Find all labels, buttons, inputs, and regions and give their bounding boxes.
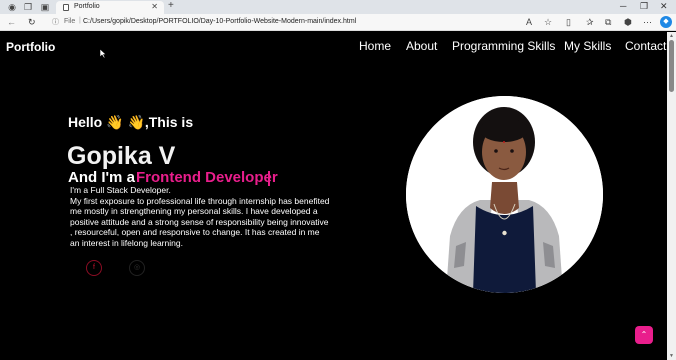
scroll-down-icon[interactable]: ▼ xyxy=(669,353,674,359)
extensions-icon[interactable]: ⬢ xyxy=(624,17,632,28)
browser-toolbar: ← ↻ ⓘ File | C:/Users/gopik/Desktop/PORT… xyxy=(0,14,676,31)
refresh-icon[interactable]: ↻ xyxy=(28,17,36,28)
portfolio-page: Portfolio Home About Programming Skills … xyxy=(0,32,667,360)
info-icon[interactable]: ⓘ xyxy=(52,17,59,27)
hero-subtitle: I'm a Full Stack Developer. xyxy=(70,185,171,195)
nav-programming-skills[interactable]: Programming Skills xyxy=(452,39,555,53)
back-icon[interactable]: ← xyxy=(7,17,16,27)
favorites-icon[interactable]: ✰ xyxy=(586,17,594,28)
nav-home[interactable]: Home xyxy=(359,39,391,53)
profile-icon[interactable]: ◉ xyxy=(7,2,17,12)
hero-role-prefix: And I'm a xyxy=(68,169,135,186)
nav-contact[interactable]: Contact xyxy=(625,39,666,53)
split-screen-icon[interactable]: ▯ xyxy=(566,17,571,28)
instagram-icon[interactable]: ◎ xyxy=(129,260,145,276)
hero-bio: I'm a Full Stack Developer. My first exp… xyxy=(70,185,330,249)
typing-caret xyxy=(268,171,270,186)
hero-role-typed: Frontend Developer xyxy=(136,169,278,186)
hero-name: Gopika V xyxy=(67,142,176,170)
tab-title: Portfolio xyxy=(74,3,100,10)
page-scrollbar[interactable]: ▲ ▼ xyxy=(667,32,676,360)
tab-actions-icon[interactable]: ▣ xyxy=(40,2,50,12)
more-options-icon[interactable]: ⋯ xyxy=(643,17,652,28)
site-logo[interactable]: Portfolio xyxy=(6,40,55,54)
facebook-icon[interactable]: f xyxy=(86,260,102,276)
browser-tab-strip: ◉ ❐ ▣ Portfolio ✕ + ─ ❐ ✕ xyxy=(0,0,676,14)
profile-photo xyxy=(406,96,603,293)
address-scheme-label: File xyxy=(64,18,76,25)
address-url[interactable]: C:/Users/gopik/Desktop/PORTFOLIO/Day-10-… xyxy=(83,18,356,25)
maximize-icon[interactable]: ❐ xyxy=(640,1,648,12)
back-to-top-button[interactable]: ⌃ xyxy=(635,326,653,344)
read-aloud-icon[interactable]: A xyxy=(526,17,532,27)
copilot-icon[interactable]: ◆ xyxy=(660,16,672,28)
collections-icon[interactable]: ⧉ xyxy=(605,17,611,28)
workspaces-icon[interactable]: ❐ xyxy=(23,2,33,12)
favorite-star-icon[interactable]: ☆ xyxy=(544,17,552,28)
browser-tab[interactable]: Portfolio ✕ xyxy=(56,1,164,14)
hero-bio-text: My first exposure to professional life t… xyxy=(70,195,330,248)
new-tab-icon[interactable]: + xyxy=(168,0,174,11)
address-bar[interactable]: ⓘ File | C:/Users/gopik/Desktop/PORTFOLI… xyxy=(50,16,520,29)
mouse-cursor-icon xyxy=(100,49,107,58)
hero-greeting: Hello 👋 👋,This is xyxy=(68,114,194,130)
close-tab-icon[interactable]: ✕ xyxy=(151,2,158,11)
profile-portrait-image xyxy=(406,96,603,293)
close-window-icon[interactable]: ✕ xyxy=(660,1,668,12)
minimize-icon[interactable]: ─ xyxy=(620,1,626,11)
scrollbar-thumb[interactable] xyxy=(669,40,674,92)
nav-about[interactable]: About xyxy=(406,39,437,53)
scroll-up-icon[interactable]: ▲ xyxy=(669,33,674,39)
nav-my-skills[interactable]: My Skills xyxy=(564,39,611,53)
address-separator: | xyxy=(79,17,81,24)
page-favicon-icon xyxy=(63,4,69,11)
